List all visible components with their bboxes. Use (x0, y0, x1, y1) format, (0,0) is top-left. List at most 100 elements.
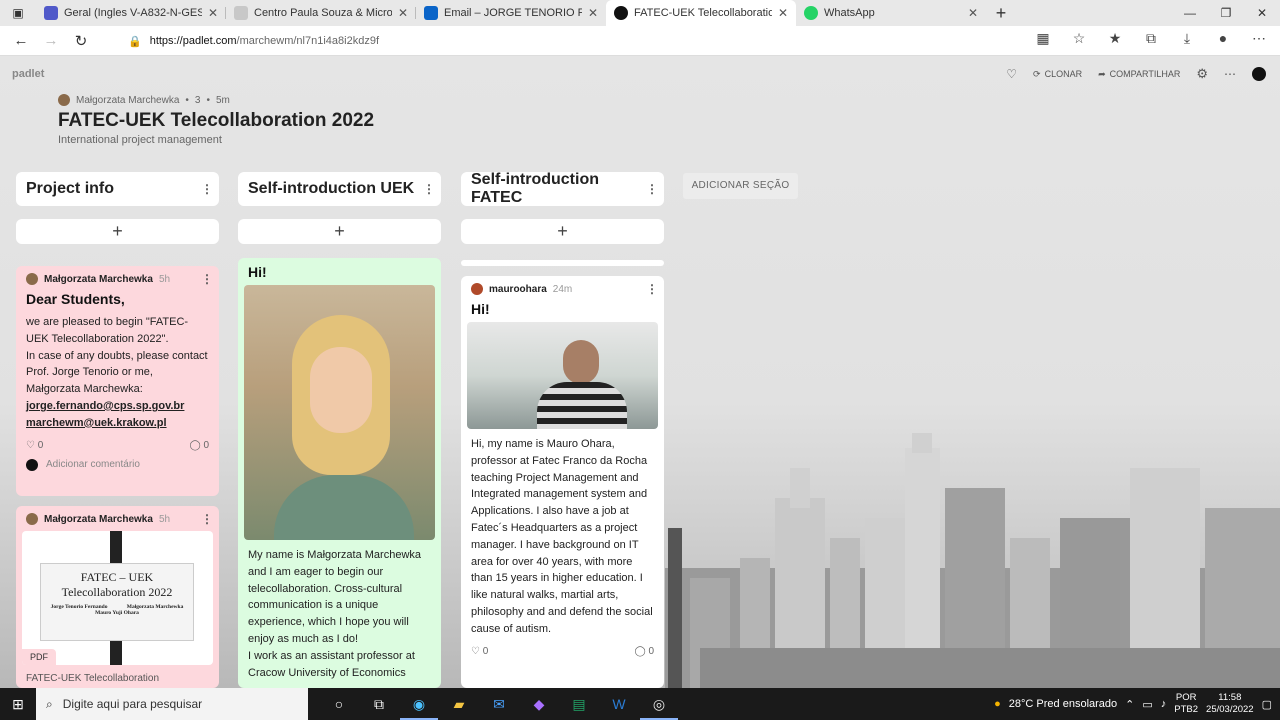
excel-icon[interactable]: ▤ (560, 688, 598, 720)
refresh-icon[interactable]: ↻ (66, 32, 96, 50)
post-menu-icon[interactable]: ⋮ (646, 282, 658, 296)
chrome-icon[interactable]: ◎ (640, 688, 678, 720)
comment-button[interactable]: ◯ 0 (189, 440, 209, 451)
window-controls: — ❐ ✕ (1172, 0, 1280, 26)
edge-icon[interactable]: ◉ (400, 688, 438, 720)
back-icon[interactable]: ← (6, 32, 36, 49)
comment-button[interactable]: ◯ 0 (634, 646, 654, 657)
add-favorite-icon[interactable]: ☆ (1068, 30, 1090, 47)
tab-actions-icon[interactable]: ▣ (0, 6, 36, 20)
add-post-button[interactable]: + (461, 219, 664, 244)
attachment-caption: FATEC-UEK Telecollaboration (26, 673, 160, 684)
like-button[interactable]: ♡ 0 (26, 440, 43, 451)
clone-button[interactable]: ⟳ CLONAR (1033, 69, 1082, 80)
column-header[interactable]: Self-introduction UEK ⋮ (238, 172, 441, 206)
column-project-info: Project info ⋮ + (16, 172, 219, 244)
post-menu-icon[interactable]: ⋮ (201, 512, 213, 526)
email-link[interactable]: jorge.fernando@cps.sp.gov.br (26, 398, 209, 415)
profile-icon[interactable]: ● (1212, 30, 1234, 47)
sound-icon[interactable]: ♪ (1161, 698, 1167, 710)
close-icon[interactable]: ✕ (398, 6, 408, 20)
url-host: https://padlet.com (149, 35, 237, 47)
post-menu-icon[interactable]: ⋮ (201, 272, 213, 286)
search-icon: ⌕ (46, 696, 53, 711)
gear-icon[interactable]: ⚙ (1196, 66, 1208, 82)
tab-title: FATEC-UEK Telecollaboration 202 (634, 7, 772, 19)
profile-photo (467, 322, 658, 429)
column-menu-icon[interactable]: ⋮ (423, 182, 435, 196)
file-explorer-icon[interactable]: ▰ (440, 688, 478, 720)
post-body: we are pleased to begin "FATEC-UEK Telec… (26, 316, 208, 396)
tab-email[interactable]: Email – JORGE TENORIO FERNA ✕ (416, 0, 606, 26)
taskbar-search[interactable]: ⌕ Digite aqui para pesquisar (36, 688, 308, 720)
post-card[interactable]: mauroohara 24m ⋮ Hi! Hi, my name is Maur… (461, 276, 664, 688)
favorites-icon[interactable]: ★ (1104, 30, 1126, 47)
more-icon[interactable]: ⋯ (1224, 67, 1236, 81)
like-count: 0 (37, 439, 44, 451)
tab-title: WhatsApp (824, 7, 875, 19)
email-link[interactable]: marchewm@uek.krakow.pl (26, 415, 209, 432)
tab-teams[interactable]: Geral (Ingles V-A832-N-GESTAO ✕ (36, 0, 226, 26)
pdf-preview[interactable]: FATEC – UEK Telecollaboration 2022 Jorge… (22, 531, 213, 665)
author-name: mauroohara (489, 283, 547, 295)
like-button[interactable]: ♡ 0 (471, 646, 488, 657)
add-section-button[interactable]: ADICIONAR SEÇÃO (683, 173, 798, 199)
cortana-icon[interactable]: ○ (320, 688, 358, 720)
post-card[interactable]: Hi! My name is Małgorzata Marchewka and … (238, 258, 441, 688)
app-available-icon[interactable]: ▦ (1032, 30, 1054, 47)
teams-icon (44, 6, 58, 20)
new-tab-button[interactable]: + (986, 3, 1016, 24)
add-post-button[interactable]: + (238, 219, 441, 244)
maximize-icon[interactable]: ❐ (1208, 0, 1244, 26)
network-icon[interactable]: ▭ (1142, 698, 1152, 711)
post-card[interactable]: Małgorzata Marchewka 5h ⋮ Dear Students,… (16, 266, 219, 496)
close-icon[interactable]: ✕ (778, 6, 788, 20)
post-time: 5h (158, 273, 171, 285)
close-icon[interactable]: ✕ (968, 6, 978, 20)
downloads-icon[interactable]: ⤓ (1176, 30, 1198, 47)
avatar (471, 283, 483, 295)
post-card[interactable]: Małgorzata Marchewka 5h ⋮ FATEC – UEK Te… (16, 506, 219, 688)
chevron-up-icon[interactable]: ⌃ (1125, 698, 1134, 711)
avatar[interactable] (1252, 67, 1266, 81)
weather-icon: ● (994, 698, 1001, 710)
heart-icon: ♡ (471, 645, 480, 657)
column-header[interactable]: Project info ⋮ (16, 172, 219, 206)
column-header[interactable]: Self-introduction FATEC ⋮ (461, 171, 664, 206)
tab-cps[interactable]: Centro Paula Souza & Microsoft ✕ (226, 0, 416, 26)
column-menu-icon[interactable]: ⋮ (201, 182, 213, 196)
task-view-icon[interactable]: ⧉ (360, 688, 398, 720)
close-icon[interactable]: ✕ (588, 6, 598, 20)
column-title: Self-introduction UEK (248, 180, 415, 197)
clock[interactable]: 11:58 25/03/2022 (1206, 692, 1254, 716)
add-comment-field[interactable]: Adicionar comentário (16, 451, 219, 471)
more-icon[interactable]: ⋯ (1248, 30, 1270, 47)
minimize-icon[interactable]: — (1172, 0, 1208, 26)
windows-start-icon[interactable]: ⊞ (0, 696, 36, 713)
url-field[interactable]: 🔒 https://padlet.com/marchewm/nl7n1i4a8i… (114, 30, 1034, 52)
address-bar-row: ← → ↻ 🔒 https://padlet.com/marchewm/nl7n… (0, 26, 1280, 56)
page-subtitle: International project management (58, 134, 222, 146)
mail-icon[interactable]: ✉ (480, 688, 518, 720)
forward-icon[interactable]: → (36, 32, 66, 49)
column-menu-icon[interactable]: ⋮ (646, 182, 658, 196)
word-icon[interactable]: W (600, 688, 638, 720)
tab-title: Centro Paula Souza & Microsoft (254, 7, 392, 19)
share-button[interactable]: ➦ COMPARTILHAR (1098, 69, 1180, 80)
post-title: Dear Students, (26, 291, 125, 307)
visual-studio-icon[interactable]: ◆ (520, 688, 558, 720)
post-time: 24m (552, 283, 573, 295)
notifications-icon[interactable]: ▢ (1262, 698, 1272, 711)
close-icon[interactable]: ✕ (208, 6, 218, 20)
add-post-button[interactable]: + (16, 219, 219, 244)
tab-padlet[interactable]: FATEC-UEK Telecollaboration 202 ✕ (606, 0, 796, 26)
comment-count: 0 (203, 439, 209, 451)
language-indicator[interactable]: POR PTB2 (1174, 692, 1198, 716)
post-author: Małgorzata Marchewka 5h ⋮ (16, 266, 219, 286)
tab-whatsapp[interactable]: WhatsApp ✕ (796, 0, 986, 26)
collections-icon[interactable]: ⧉ (1140, 30, 1162, 47)
padlet-logo[interactable]: padlet (12, 68, 44, 80)
close-window-icon[interactable]: ✕ (1244, 0, 1280, 26)
heart-icon[interactable]: ♡ (1006, 67, 1017, 81)
weather-text[interactable]: 28°C Pred ensolarado (1009, 698, 1117, 710)
